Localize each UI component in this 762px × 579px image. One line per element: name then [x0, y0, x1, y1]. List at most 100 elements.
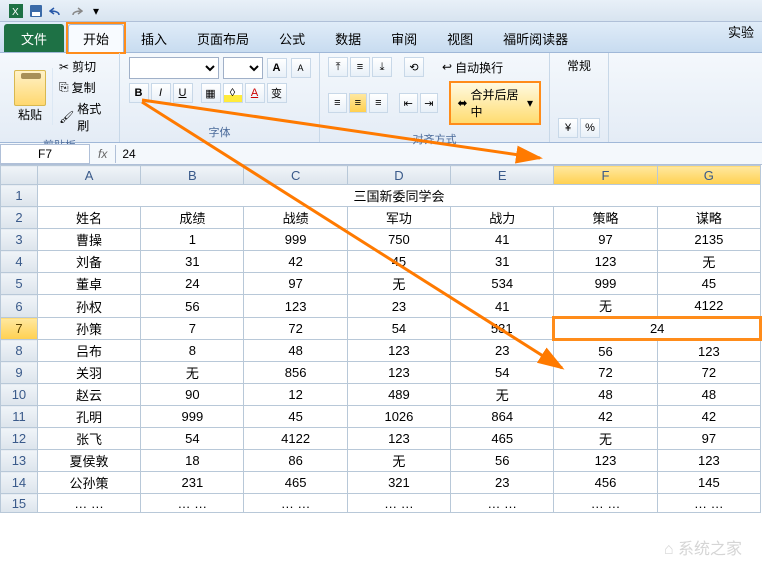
name-box[interactable]: F7: [0, 144, 90, 164]
cell[interactable]: 123: [554, 251, 657, 273]
tab-file[interactable]: 文件: [4, 24, 64, 52]
col-header-G[interactable]: G: [657, 166, 760, 185]
tab-foxit[interactable]: 福昕阅读器: [488, 24, 583, 52]
cell[interactable]: 97: [554, 229, 657, 251]
align-center-button[interactable]: ≡: [349, 93, 368, 113]
currency-button[interactable]: ¥: [558, 118, 578, 138]
cell[interactable]: 97: [244, 273, 347, 295]
qat-dropdown-icon[interactable]: ▾: [88, 3, 104, 19]
cell[interactable]: 56: [141, 295, 244, 318]
cell[interactable]: 48: [554, 384, 657, 406]
bold-button[interactable]: B: [129, 83, 149, 103]
cell[interactable]: 无: [554, 428, 657, 450]
cell[interactable]: 41: [451, 229, 554, 251]
cell[interactable]: 无: [451, 384, 554, 406]
cell[interactable]: 48: [244, 340, 347, 362]
phonetic-button[interactable]: 变: [267, 83, 287, 103]
row-header-1[interactable]: 1: [1, 185, 38, 207]
row-header-9[interactable]: 9: [1, 362, 38, 384]
tab-data[interactable]: 数据: [320, 24, 376, 52]
cell[interactable]: 42: [657, 406, 760, 428]
cell[interactable]: 吕布: [37, 340, 140, 362]
cell[interactable]: 123: [657, 340, 760, 362]
cell[interactable]: 无: [347, 273, 450, 295]
align-left-button[interactable]: ≡: [328, 93, 347, 113]
cell[interactable]: 72: [554, 362, 657, 384]
title-cell[interactable]: 三国新委同学会: [37, 185, 760, 207]
select-all-corner[interactable]: [1, 166, 38, 185]
cell[interactable]: 42: [244, 251, 347, 273]
formula-input[interactable]: 24: [115, 145, 762, 163]
cell[interactable]: 无: [657, 251, 760, 273]
format-painter-button[interactable]: 🖌格式刷: [57, 99, 111, 135]
cell[interactable]: 4122: [657, 295, 760, 318]
cell[interactable]: 23: [451, 472, 554, 494]
table-header-cell[interactable]: 谋略: [657, 207, 760, 229]
font-size-select[interactable]: [223, 57, 263, 79]
row-header-10[interactable]: 10: [1, 384, 38, 406]
table-header-cell[interactable]: 军功: [347, 207, 450, 229]
cell[interactable]: 23: [451, 340, 554, 362]
cell[interactable]: 48: [657, 384, 760, 406]
cell[interactable]: 董卓: [37, 273, 140, 295]
cell[interactable]: 孔明: [37, 406, 140, 428]
align-right-button[interactable]: ≡: [369, 93, 388, 113]
cell[interactable]: 90: [141, 384, 244, 406]
cell[interactable]: 86: [244, 450, 347, 472]
cell[interactable]: 999: [554, 273, 657, 295]
underline-button[interactable]: U: [173, 83, 193, 103]
cell[interactable]: 孙权: [37, 295, 140, 318]
cell[interactable]: 无: [347, 450, 450, 472]
row-header-11[interactable]: 11: [1, 406, 38, 428]
cell[interactable]: … …: [657, 494, 760, 513]
cell[interactable]: … …: [244, 494, 347, 513]
col-header-D[interactable]: D: [347, 166, 450, 185]
cell[interactable]: 864: [451, 406, 554, 428]
cell[interactable]: 56: [451, 450, 554, 472]
cell[interactable]: 123: [244, 295, 347, 318]
cell[interactable]: 45: [347, 251, 450, 273]
cell[interactable]: 456: [554, 472, 657, 494]
table-header-cell[interactable]: 成绩: [141, 207, 244, 229]
cell[interactable]: 1: [141, 229, 244, 251]
cell[interactable]: 465: [451, 428, 554, 450]
row-header-15[interactable]: 15: [1, 494, 38, 513]
cell[interactable]: 999: [244, 229, 347, 251]
cell[interactable]: 56: [554, 340, 657, 362]
table-header-cell[interactable]: 战绩: [244, 207, 347, 229]
shrink-font-button[interactable]: A: [291, 58, 311, 78]
cell[interactable]: 123: [347, 428, 450, 450]
align-middle-button[interactable]: ≡: [350, 57, 370, 77]
paste-button[interactable]: 粘贴: [8, 68, 53, 125]
tab-review[interactable]: 审阅: [376, 24, 432, 52]
cell[interactable]: 72: [657, 362, 760, 384]
cell[interactable]: 750: [347, 229, 450, 251]
border-button[interactable]: ▦: [201, 83, 221, 103]
col-header-A[interactable]: A: [37, 166, 140, 185]
cell[interactable]: 123: [347, 340, 450, 362]
cell[interactable]: 夏侯敦: [37, 450, 140, 472]
cell[interactable]: … …: [554, 494, 657, 513]
tab-view[interactable]: 视图: [432, 24, 488, 52]
row-header-3[interactable]: 3: [1, 229, 38, 251]
cell[interactable]: 999: [141, 406, 244, 428]
wrap-text-button[interactable]: ↩自动换行: [440, 58, 505, 77]
cell[interactable]: 465: [244, 472, 347, 494]
cell[interactable]: 231: [141, 472, 244, 494]
cell[interactable]: 489: [347, 384, 450, 406]
cell[interactable]: 8: [141, 340, 244, 362]
font-color-button[interactable]: A: [245, 83, 265, 103]
cell[interactable]: 145: [657, 472, 760, 494]
cell[interactable]: 97: [657, 428, 760, 450]
cell[interactable]: 无: [554, 295, 657, 318]
cell[interactable]: 54: [451, 362, 554, 384]
col-header-F[interactable]: F: [554, 166, 657, 185]
fill-color-button[interactable]: ◊: [223, 83, 243, 103]
row-header-7[interactable]: 7: [1, 318, 38, 340]
cut-button[interactable]: ✂剪切: [57, 57, 111, 76]
tab-insert[interactable]: 插入: [126, 24, 182, 52]
italic-button[interactable]: I: [151, 83, 171, 103]
row-header-12[interactable]: 12: [1, 428, 38, 450]
cell[interactable]: … …: [451, 494, 554, 513]
save-icon[interactable]: [28, 3, 44, 19]
